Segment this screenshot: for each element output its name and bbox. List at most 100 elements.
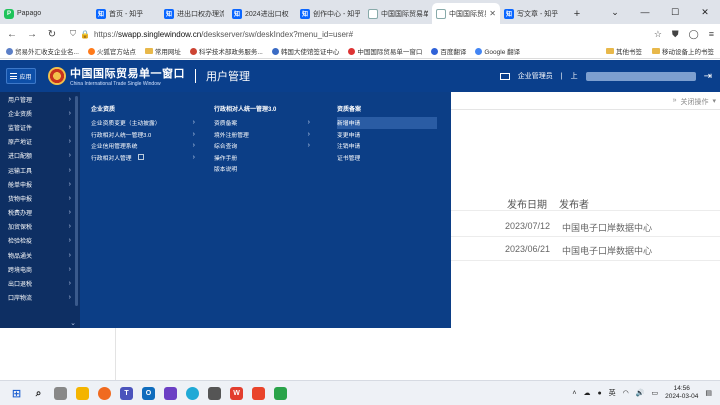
bookmark-item[interactable]: 百度翻译	[431, 46, 466, 56]
site-logo[interactable]: 中国国际贸易单一窗口 China International Trade Sin…	[70, 65, 185, 87]
sidebar-item[interactable]: 跨境电商 ›	[0, 262, 80, 276]
sidebar-item[interactable]: 用户管理 ›	[0, 92, 80, 106]
battery-icon[interactable]: ▭	[652, 389, 659, 397]
sidebar-item[interactable]: 货物申报 ›	[0, 191, 80, 205]
search-icon[interactable]: ⌕	[32, 387, 45, 400]
zhihu-icon: 知	[300, 8, 310, 19]
ime-indicator[interactable]: 英	[609, 388, 616, 398]
chevron-up-icon[interactable]: ˄	[572, 390, 576, 397]
app-icon[interactable]	[208, 386, 221, 400]
bookmark-item[interactable]: 常用网址	[144, 46, 181, 56]
windows-start-icon[interactable]: ⊞	[10, 387, 23, 400]
task-view-icon[interactable]	[54, 386, 67, 400]
browser-tab-zhihu-home[interactable]: 知 首页 - 知乎	[92, 3, 160, 24]
back-icon[interactable]: ←	[6, 29, 18, 40]
menu-item-label: 操作手册	[214, 155, 238, 162]
app-icon[interactable]	[164, 386, 177, 400]
menu-item[interactable]: 操作手册	[214, 152, 314, 164]
clock-time: 14:56	[673, 385, 690, 392]
sidebar-item[interactable]: 物品通关 ›	[0, 248, 80, 262]
menu-item[interactable]: 综合查询 ›	[214, 140, 314, 152]
menu-item[interactable]: 注销申请	[337, 140, 437, 152]
table-row[interactable]: 2023/07/12 中国电子口岸数据中心	[505, 221, 652, 234]
sidebar-item[interactable]: 运输工具 ›	[0, 163, 80, 177]
menu-item[interactable]: 企业信用管理系统 ›	[91, 140, 201, 152]
browser-tab-single-window-1[interactable]: 中国国际贸易单	[364, 3, 432, 24]
outlook-icon[interactable]: O	[142, 386, 155, 400]
sidebar-item[interactable]: 加贸保税 ›	[0, 220, 80, 234]
forward-icon[interactable]: →	[26, 29, 38, 40]
menu-item[interactable]: 证书管理	[337, 152, 437, 164]
wifi-icon[interactable]: ◠	[623, 389, 629, 397]
bookmark-item[interactable]: 科学技术部政务服务...	[189, 46, 263, 56]
close-operations-menu[interactable]: » 关闭操作 ▾	[673, 97, 716, 107]
browser-tab-creator-center[interactable]: 知 创作中心 - 知乎	[296, 3, 364, 24]
app-icon[interactable]	[252, 386, 265, 400]
wechat-icon[interactable]	[274, 386, 287, 400]
sidebar-item[interactable]: 进口配额 ›	[0, 149, 80, 163]
browser-tab-2024-import-export[interactable]: 知 2024进出口权	[228, 3, 296, 24]
logout-icon[interactable]: ⇥	[704, 71, 712, 82]
bookmark-item[interactable]: Google 翻译	[475, 46, 520, 56]
new-tab-button[interactable]: +	[568, 3, 586, 24]
menu-icon[interactable]: ≡	[709, 29, 714, 40]
menu-item[interactable]: 行政相对人统一管理3.0 ›	[91, 129, 201, 141]
menu-item[interactable]: 版本说明	[214, 163, 314, 175]
menu-item[interactable]: 境外注册管理 ›	[214, 129, 314, 141]
app-menu-button[interactable]: 应用	[6, 68, 36, 84]
chevron-down-icon: ▾	[712, 98, 716, 105]
bookmark-item[interactable]: 贸易外汇收支企业名...	[6, 46, 79, 56]
chevron-down-icon[interactable]: ⌄	[70, 319, 76, 327]
chevron-right-icon: ›	[307, 119, 310, 127]
browser-tab-write-article[interactable]: 知 写文章 - 知乎	[500, 3, 568, 24]
close-window-icon[interactable]: ✕	[690, 0, 720, 24]
sidebar-item[interactable]: 企业资质 ›	[0, 106, 80, 120]
bookmark-item[interactable]: 韩国大使馆签证中心	[271, 46, 339, 56]
maximize-icon[interactable]: ☐	[660, 0, 690, 24]
sidebar-item[interactable]: 原产地证 ›	[0, 135, 80, 149]
firefox-icon[interactable]	[98, 386, 111, 400]
star-icon[interactable]: ☆	[654, 29, 662, 40]
cloud-icon[interactable]: ☁	[583, 389, 590, 397]
sidebar-item[interactable]: 舱单申报 ›	[0, 177, 80, 191]
shield-outline-icon[interactable]: ⛊	[672, 29, 679, 40]
sidebar-item[interactable]: 检验检疫 ›	[0, 234, 80, 248]
volume-icon[interactable]: 🔊	[636, 389, 645, 397]
bookmark-item[interactable]: 中国国际贸易单一窗口	[348, 46, 422, 56]
sidebar-scrollbar[interactable]	[75, 96, 78, 306]
browser-tab-papago[interactable]: P Papago	[0, 3, 92, 24]
sidebar-item[interactable]: 口岸物流 ›	[0, 291, 80, 305]
bookmark-item[interactable]: 火狐官方站点	[87, 46, 136, 56]
sidebar-item[interactable]: 出口退税 ›	[0, 276, 80, 290]
menu-item[interactable]: 资质备案 ›	[214, 117, 314, 129]
menu-item[interactable]: 行政相对人管理 ›	[91, 152, 201, 164]
header-user-area: 企业管理员 | 上 ⇥	[499, 71, 712, 82]
table-row[interactable]: 2023/06/21 中国电子口岸数据中心	[505, 244, 652, 257]
mobile-bookmarks[interactable]: 移动设备上的书签	[652, 46, 714, 56]
notification-icon[interactable]: ▤	[705, 389, 712, 397]
browser-tab-single-window-active[interactable]: 中国国际贸易单 ✕	[432, 3, 500, 24]
system-clock[interactable]: 14:56 2024-03-04	[665, 385, 698, 401]
browser-tab-import-export[interactable]: 知 进出口权办理流	[160, 3, 228, 24]
other-bookmarks[interactable]: 其他书签	[606, 46, 642, 56]
sidebar-item[interactable]: 税费办理 ›	[0, 206, 80, 220]
minimize-icon[interactable]: —	[630, 0, 660, 24]
teams-icon[interactable]: T	[120, 386, 133, 400]
account-icon[interactable]: ◯	[689, 29, 699, 40]
reload-icon[interactable]: ↻	[46, 29, 58, 40]
lock-icon: 🔒	[80, 29, 90, 39]
sidebar-item[interactable]: 监管证件 ›	[0, 120, 80, 134]
menu-item[interactable]: 企业资质变更（主动披露） ›	[91, 117, 201, 129]
menu-item[interactable]: 新增申请	[337, 117, 437, 129]
app-tray-icon[interactable]: ●	[597, 390, 601, 397]
user-role[interactable]: 企业管理员	[518, 71, 553, 81]
mail-icon[interactable]	[499, 72, 510, 80]
close-icon[interactable]: ✕	[489, 9, 496, 18]
file-explorer-icon[interactable]	[76, 386, 89, 400]
chevron-down-icon[interactable]: ⌄	[600, 0, 630, 24]
tab-label: 进出口权办理流	[177, 10, 224, 18]
url-field[interactable]: ⛉ 🔒 https://swapp.singlewindow.cn/deskse…	[66, 27, 646, 42]
edge-icon[interactable]	[186, 386, 199, 400]
menu-item[interactable]: 变更申请	[337, 129, 437, 141]
wps-icon[interactable]: W	[230, 386, 243, 400]
